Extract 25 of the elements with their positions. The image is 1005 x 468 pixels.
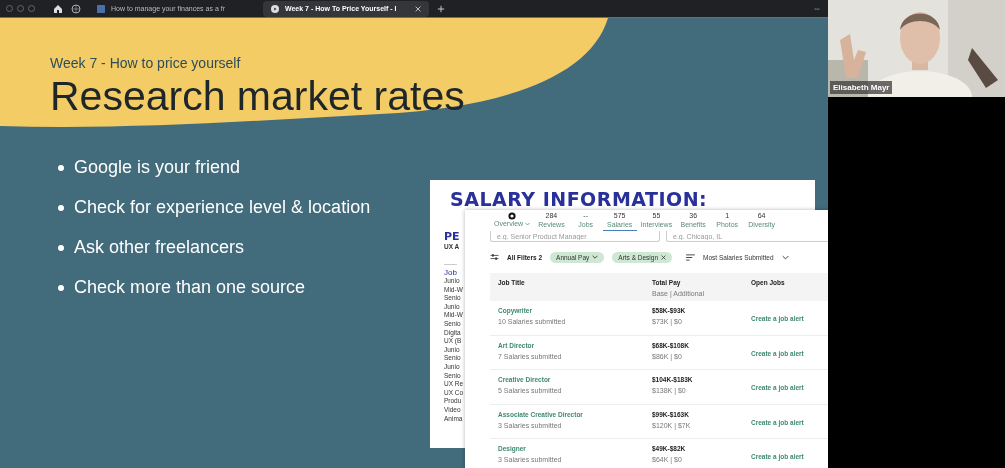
home-icon[interactable] — [53, 3, 63, 14]
chevron-icon — [525, 221, 531, 226]
document-icon — [97, 4, 105, 13]
participant-name: Elisabeth Mayr — [830, 81, 893, 94]
bullet-icon — [58, 284, 64, 291]
bullet-text: Ask other freelancers — [74, 237, 245, 258]
sliders-icon[interactable] — [490, 253, 499, 261]
list-heading: Job — [444, 264, 457, 277]
plus-icon[interactable] — [437, 4, 445, 13]
card-heading: SALARY INFORMATION: — [450, 188, 709, 210]
slide-subtitle: Week 7 - How to price yourself — [50, 55, 242, 71]
chevron-icon[interactable] — [781, 254, 789, 260]
globe-icon[interactable] — [71, 3, 81, 14]
bullet-text: Google is your friend — [74, 157, 241, 178]
side-title: PE — [444, 230, 460, 243]
close-icon[interactable] — [661, 254, 667, 260]
slide-title: Research market rates — [50, 73, 466, 120]
play-icon — [271, 4, 279, 13]
bullet-icon — [58, 204, 64, 211]
bullet-text: Check for experience level & location — [74, 197, 371, 218]
chevron-icon — [592, 255, 599, 259]
bullet-icon — [58, 244, 64, 251]
bullet-text: Check more than one source — [74, 277, 306, 298]
bullet-icon — [58, 164, 64, 171]
sort-icon[interactable] — [686, 253, 696, 261]
